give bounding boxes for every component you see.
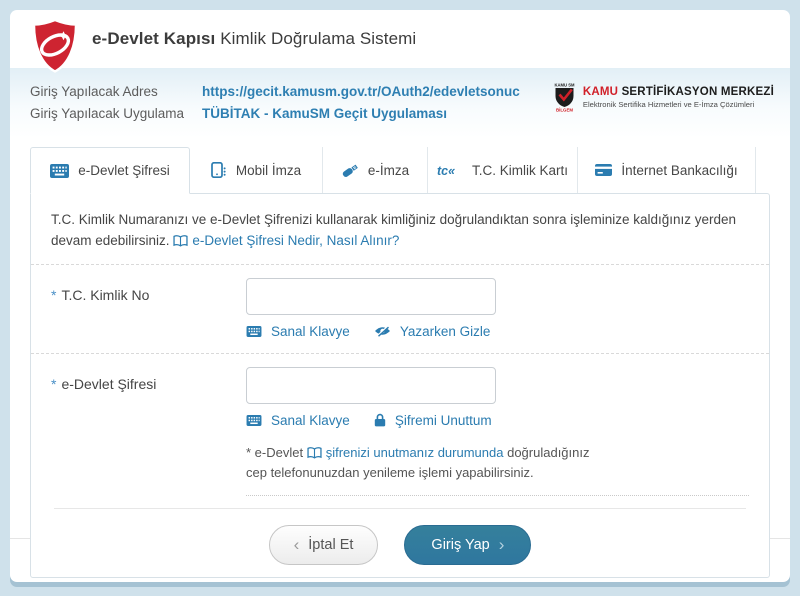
edevlet-shield-logo (30, 18, 80, 74)
usb-icon (341, 162, 359, 178)
tab-label: e-İmza (368, 163, 409, 178)
required-mark: * (51, 376, 56, 392)
eye-slash-icon (374, 325, 391, 337)
svg-text:KAMU SM: KAMU SM (554, 83, 575, 88)
login-button[interactable]: Giriş Yap › (404, 525, 531, 565)
note-prefix: * e-Devlet (246, 445, 303, 460)
id-card-icon: tc« (437, 164, 463, 177)
virtual-keyboard-link[interactable]: Sanal Klavye (246, 413, 350, 428)
application-link[interactable]: TÜBİTAK - KamuSM Geçit Uygulaması (202, 103, 447, 125)
kamusm-shield-icon: KAMU SM BİLGEM (551, 82, 578, 112)
application-label: Giriş Yapılacak Uygulama (30, 103, 202, 125)
keyboard-icon (50, 164, 69, 178)
edevlet-sifresi-row: *e-Devlet Şifresi Sanal Klavye Şifremi U… (51, 354, 749, 430)
tc-kimlik-no-row: *T.C. Kimlik No Sanal Klavye (51, 265, 749, 341)
ksm-subtitle: Elektronik Sertifika Hizmetleri ve E-İmz… (583, 100, 774, 109)
tab-mobil-imza[interactable]: Mobil İmza (190, 147, 323, 193)
svg-text:tc«: tc« (437, 164, 455, 177)
tab-e-imza[interactable]: e-İmza (323, 147, 428, 193)
auth-tabs: e-Devlet Şifresi Mobil İmza e-İmz (30, 147, 770, 193)
book-icon (307, 447, 322, 459)
ksm-title-rest: SERTİFİKASYON MERKEZİ (618, 86, 774, 98)
info-band: Giriş Yapılacak Adres https://gecit.kamu… (10, 68, 790, 138)
hide-while-typing-link[interactable]: Yazarken Gizle (374, 324, 491, 339)
auth-card: e-Devlet Kapısı Kimlik Doğrulama Sistemi… (10, 10, 790, 582)
tab-edevlet-sifresi[interactable]: e-Devlet Şifresi (30, 147, 190, 194)
tab-label: T.C. Kimlik Kartı (472, 163, 568, 178)
tab-internet-bankaciligi[interactable]: İnternet Bankacılığı (578, 147, 756, 193)
cancel-button[interactable]: ‹ İptal Et (269, 525, 379, 565)
address-label: Giriş Yapılacak Adres (30, 81, 202, 103)
bilgem-caption: BİLGEM (556, 108, 573, 113)
bank-card-icon (595, 164, 612, 176)
keyboard-icon (246, 415, 262, 426)
required-mark: * (51, 287, 56, 303)
mobile-icon (211, 162, 227, 178)
kamusm-text: KAMU SERTİFİKASYON MERKEZİ Elektronik Se… (583, 86, 774, 109)
address-link[interactable]: https://gecit.kamusm.gov.tr/OAuth2/edevl… (202, 81, 520, 103)
virtual-keyboard-link[interactable]: Sanal Klavye (246, 324, 350, 339)
book-icon (173, 235, 188, 247)
chevron-left-icon: ‹ (294, 535, 300, 555)
password-renewal-note: * e-Devlet şifrenizi unutmanız durumunda… (246, 430, 598, 483)
edevlet-sifresi-label: *e-Devlet Şifresi (51, 367, 246, 428)
keyboard-icon (246, 326, 262, 337)
tab-label: Mobil İmza (236, 163, 301, 178)
card-header: e-Devlet Kapısı Kimlik Doğrulama Sistemi (10, 10, 790, 68)
ksm-title-red: KAMU (583, 86, 618, 98)
divider (246, 495, 749, 496)
kamusm-logo: KAMU SM BİLGEM KAMU SERTİFİKASYON MERKEZ… (551, 82, 774, 112)
form-buttons: ‹ İptal Et Giriş Yap › (51, 509, 749, 565)
edevlet-sifresi-panel: T.C. Kimlik Numaranızı ve e-Devlet Şifre… (30, 193, 770, 578)
tc-kimlik-no-label: *T.C. Kimlik No (51, 278, 246, 339)
page-title: e-Devlet Kapısı Kimlik Doğrulama Sistemi (92, 29, 416, 49)
brand-rest: Kimlik Doğrulama Sistemi (220, 29, 416, 48)
forgot-password-note-link[interactable]: şifrenizi unutmanız durumunda (307, 445, 504, 460)
tab-label: İnternet Bankacılığı (621, 163, 737, 178)
what-is-edevlet-password-link[interactable]: e-Devlet Şifresi Nedir, Nasıl Alınır? (173, 233, 399, 248)
brand-bold: e-Devlet Kapısı (92, 29, 215, 48)
panel-description: T.C. Kimlik Numaranızı ve e-Devlet Şifre… (51, 194, 749, 252)
tc-kimlik-no-input[interactable] (246, 278, 496, 315)
chevron-right-icon: › (499, 535, 505, 555)
forgot-password-link[interactable]: Şifremi Unuttum (374, 413, 492, 428)
edevlet-sifresi-input[interactable] (246, 367, 496, 404)
lock-icon (374, 413, 386, 427)
tab-label: e-Devlet Şifresi (78, 163, 170, 178)
tab-tc-kimlik-karti[interactable]: tc« T.C. Kimlik Kartı (428, 147, 578, 193)
